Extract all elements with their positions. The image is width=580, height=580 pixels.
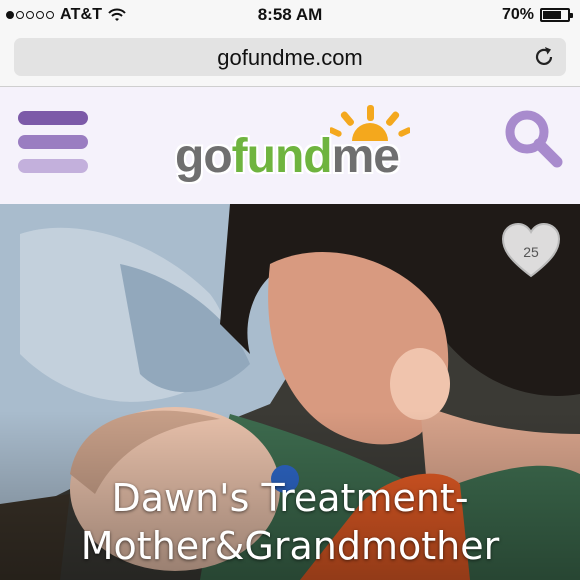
search-icon[interactable] — [502, 107, 564, 169]
battery-icon — [540, 8, 573, 22]
status-time: 8:58 AM — [257, 5, 323, 24]
logo-fund: fund — [231, 130, 333, 183]
status-bar: AT&T 8:58 AM 70% — [0, 0, 580, 30]
url-text[interactable]: gofundme.com — [14, 45, 566, 71]
campaign-title[interactable]: Dawn's Treatment- Mother&Grandmother — [0, 474, 580, 570]
battery-level — [543, 11, 562, 19]
menu-bar — [18, 135, 88, 149]
campaign-title-line1: Dawn's Treatment- — [111, 476, 469, 520]
battery-percent: 70% — [501, 6, 534, 23]
logo-me: me — [331, 130, 400, 183]
logo-go: go — [175, 130, 233, 183]
hamburger-menu-icon[interactable] — [18, 111, 90, 175]
gofundme-logo[interactable]: gofundme — [170, 105, 420, 195]
menu-bar — [18, 159, 88, 173]
reload-icon[interactable] — [532, 45, 556, 69]
heart-count: 25 — [523, 244, 539, 260]
browser-toolbar: gofundme.com — [0, 30, 580, 87]
site-header: gofundme — [0, 87, 580, 204]
address-bar[interactable]: gofundme.com — [14, 38, 566, 76]
campaign-photo[interactable]: 25 Dawn's Treatment- Mother&Grandmother — [0, 204, 580, 580]
menu-bar — [18, 111, 88, 125]
campaign-title-line2: Mother&Grandmother — [80, 524, 500, 568]
status-right: 70% — [501, 6, 573, 24]
logo-wordmark: gofundme — [175, 130, 400, 183]
